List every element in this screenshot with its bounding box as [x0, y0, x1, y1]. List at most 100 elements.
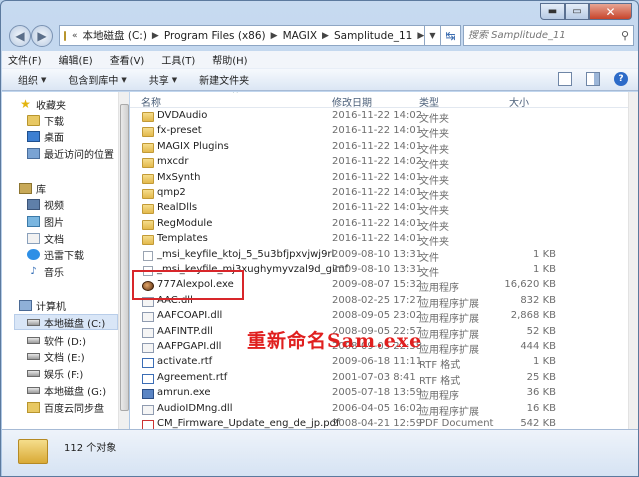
- breadcrumb-c-drive[interactable]: 本地磁盘 (C:): [80, 28, 150, 43]
- sidebar-item-pictures[interactable]: 图片: [27, 213, 147, 229]
- file-row[interactable]: DVDAudio 2016-11-22 14:02 文件夹: [130, 109, 628, 125]
- scrollbar-thumb[interactable]: [120, 104, 129, 411]
- sidebar-item-xunlei[interactable]: 迅雷下载: [27, 246, 147, 262]
- file-type: 应用程序: [419, 391, 459, 403]
- file-list-scrollbar[interactable]: [628, 92, 638, 429]
- sidebar-item-label: 图片: [44, 217, 64, 229]
- dll-icon: [142, 296, 154, 307]
- file-row[interactable]: 777Alexpol.exe 2009-08-07 15:32 应用程序 16,620…: [130, 278, 628, 294]
- file-name: RegModule: [157, 217, 213, 229]
- forward-button[interactable]: ▶: [31, 25, 53, 47]
- refresh-icon[interactable]: ↹: [441, 25, 461, 46]
- breadcrumb-samplitude[interactable]: Samplitude_11: [331, 30, 415, 42]
- file-row[interactable]: _msi_keyfile_mj3xughymyvzal9d_gimf 2009-0…: [130, 263, 628, 279]
- file-type: 文件: [419, 252, 439, 264]
- include-in-library-button[interactable]: 包含到库中 ▼: [68, 72, 126, 88]
- view-controls: ?: [558, 72, 628, 86]
- file-row[interactable]: activate.rtf 2009-06-18 11:11 RTF 格式 1 KB: [130, 355, 628, 371]
- file-row[interactable]: amrun.exe 2005-07-18 13:59 应用程序 36 KB: [130, 386, 628, 403]
- file-name: 777Alexpol.exe: [157, 279, 234, 291]
- sidebar-item-drive-e[interactable]: 文档 (E:): [27, 348, 147, 364]
- sidebar-item-documents[interactable]: 文档: [27, 230, 147, 246]
- new-folder-button[interactable]: 新建文件夹: [199, 72, 249, 87]
- file-type: 应用程序扩展: [419, 298, 479, 310]
- file-row[interactable]: _msi_keyfile_ktoj_5_5u3bfjpxvjwj9rl 2009-…: [130, 248, 628, 264]
- help-icon[interactable]: ?: [614, 72, 628, 86]
- file-date: 2016-11-22 14:01: [332, 187, 423, 198]
- column-size[interactable]: 大小: [509, 94, 529, 109]
- breadcrumb-magix[interactable]: MAGIX: [280, 30, 320, 42]
- search-input[interactable]: [468, 30, 608, 41]
- menu-tools[interactable]: 工具(T): [161, 52, 195, 67]
- close-button[interactable]: ✕: [589, 3, 632, 20]
- menu-edit[interactable]: 编辑(E): [59, 52, 93, 67]
- sidebar-item-downloads[interactable]: 下载: [27, 112, 147, 128]
- file-row[interactable]: AAFINTP.dll 2008-09-05 22:57 应用程序扩展 52 KB: [130, 325, 628, 341]
- sidebar-item-recent[interactable]: 最近访问的位置: [27, 145, 147, 161]
- file-row[interactable]: AAC.dll 2008-02-25 17:27 应用程序扩展 832 KB: [130, 294, 628, 310]
- file-row[interactable]: RealDlls 2016-11-22 14:01 文件夹: [130, 201, 628, 217]
- change-view-icon[interactable]: [558, 72, 572, 86]
- sidebar-item-drive-f[interactable]: 娱乐 (F:): [27, 365, 147, 381]
- address-overflow[interactable]: «: [70, 31, 80, 41]
- preview-pane-icon[interactable]: [586, 72, 600, 86]
- sidebar-item-videos[interactable]: 视频: [27, 196, 147, 212]
- organize-button[interactable]: 组织 ▼: [18, 72, 46, 88]
- file-type: 文件夹: [419, 144, 449, 156]
- dll-icon: [142, 312, 154, 323]
- file-row[interactable]: AudioIDMng.dll 2006-04-05 16:02 应用程序扩展 16 K…: [130, 402, 628, 418]
- breadcrumb-separator-icon[interactable]: ▶: [415, 31, 424, 41]
- file-row[interactable]: MxSynth 2016-11-22 14:01 文件夹: [130, 171, 628, 187]
- file-row[interactable]: Templates 2016-11-22 14:01 文件夹: [130, 232, 628, 248]
- file-row[interactable]: AAFCOAPI.dll 2008-09-05 23:02 应用程序扩展 2,868 …: [130, 309, 628, 325]
- search-box[interactable]: ⚲: [463, 25, 634, 46]
- file-name: MxSynth: [157, 171, 201, 183]
- column-name[interactable]: 名称: [141, 94, 161, 109]
- navigation-bar: ◀ ▶ « 本地磁盘 (C:) ▶ Program Files (x86) ▶ …: [7, 24, 634, 48]
- back-button[interactable]: ◀: [9, 25, 31, 47]
- column-date[interactable]: 修改日期: [332, 94, 372, 109]
- file-size: 832 KB: [520, 294, 556, 306]
- file-name: activate.rtf: [157, 356, 213, 368]
- navigation-pane-scrollbar[interactable]: [118, 92, 129, 429]
- file-row[interactable]: CM_Firmware_Update_eng_de_jp.pdf 2008-04-…: [130, 417, 628, 429]
- file-type: 文件夹: [419, 191, 449, 202]
- sidebar-item-baidu[interactable]: 百度云同步盘: [27, 399, 147, 415]
- sidebar-item-desktop[interactable]: 桌面: [27, 128, 147, 144]
- sidebar-item-drive-c[interactable]: 本地磁盘 (C:): [14, 314, 118, 330]
- breadcrumb-program-files[interactable]: Program Files (x86): [161, 30, 269, 42]
- menu-view[interactable]: 查看(V): [110, 52, 145, 67]
- address-bar[interactable]: « 本地磁盘 (C:) ▶ Program Files (x86) ▶ MAGI…: [59, 25, 425, 46]
- sidebar-item-label: 本地磁盘 (C:): [44, 318, 106, 330]
- sidebar-item-drive-d[interactable]: 软件 (D:): [27, 332, 147, 348]
- file-type: 应用程序扩展: [419, 329, 479, 341]
- minimize-button[interactable]: ▬: [540, 3, 565, 20]
- menu-file[interactable]: 文件(F): [8, 52, 42, 67]
- address-dropdown-icon[interactable]: ▼: [425, 25, 441, 46]
- share-button[interactable]: 共享 ▼: [148, 72, 178, 88]
- column-type[interactable]: 类型: [419, 94, 439, 109]
- file-row[interactable]: RegModule 2016-11-22 14:01 文件夹: [130, 217, 628, 233]
- share-label: 共享: [148, 76, 169, 87]
- file-row[interactable]: qmp2 2016-11-22 14:01 文件夹: [130, 186, 628, 202]
- file-name: amrun.exe: [157, 387, 211, 399]
- file-row[interactable]: fx-preset 2016-11-22 14:01 文件夹: [130, 124, 628, 140]
- breadcrumb-separator-icon[interactable]: ▶: [320, 31, 331, 41]
- file-row[interactable]: Agreement.rtf 2001-07-03 8:41 RTF 格式 25 KB: [130, 371, 628, 387]
- file-row[interactable]: AAFPGAPI.dll 2008-09-05 22:58 应用程序扩展 444 KB: [130, 340, 628, 356]
- maximize-button[interactable]: ▭: [565, 3, 589, 20]
- breadcrumb-separator-icon[interactable]: ▶: [150, 31, 161, 41]
- file-row[interactable]: mxcdr 2016-11-22 14:02 文件夹: [130, 155, 628, 171]
- chevron-down-icon: ▼: [171, 75, 178, 84]
- sidebar-item-music[interactable]: ♪ 音乐: [27, 263, 147, 279]
- file-icon: [143, 266, 153, 276]
- sidebar-item-drive-g[interactable]: 本地磁盘 (G:): [27, 382, 147, 398]
- file-row[interactable]: MAGIX Plugins 2016-11-22 14:01 文件夹: [130, 140, 628, 156]
- breadcrumb-separator-icon[interactable]: ▶: [269, 31, 280, 41]
- drive-icon: [27, 318, 40, 326]
- column-header: ^ 名称 修改日期 类型 大小: [130, 92, 628, 109]
- menu-help[interactable]: 帮助(H): [212, 52, 247, 67]
- sidebar-item-label: 视频: [44, 200, 64, 212]
- search-icon[interactable]: ⚲: [621, 29, 629, 42]
- file-type: 文件夹: [419, 114, 449, 125]
